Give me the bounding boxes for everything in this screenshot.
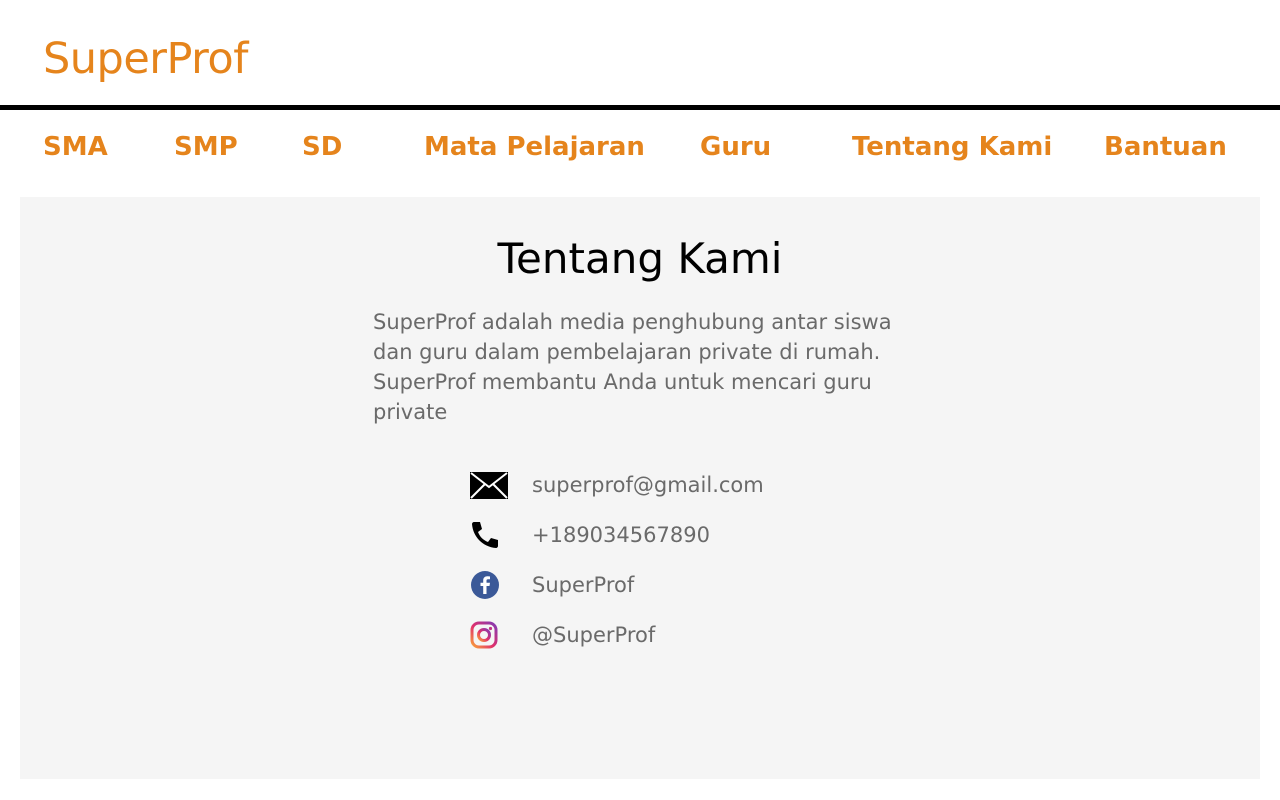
contact-facebook: SuperProf: [470, 567, 634, 603]
contact-phone: +189034567890: [470, 517, 710, 553]
nav-item-tentang-kami[interactable]: Tentang Kami: [852, 130, 1052, 164]
contact-instagram: @SuperProf: [470, 617, 655, 653]
contact-email-link[interactable]: superprof@gmail.com: [532, 473, 764, 497]
nav-item-sma[interactable]: SMA: [43, 130, 108, 164]
contact-facebook-link[interactable]: SuperProf: [532, 573, 634, 597]
about-title: Tentang Kami: [497, 234, 783, 283]
contact-phone-link[interactable]: +189034567890: [532, 523, 710, 547]
site-header: SuperProf: [0, 0, 1280, 106]
brand-logo[interactable]: SuperProf: [43, 31, 248, 87]
facebook-icon: [470, 567, 510, 603]
contact-instagram-link[interactable]: @SuperProf: [532, 623, 655, 647]
nav-item-sd[interactable]: SD: [302, 130, 342, 164]
nav-item-smp[interactable]: SMP: [174, 130, 238, 164]
about-description: SuperProf adalah media penghubung antar …: [373, 310, 892, 424]
contact-email: superprof@gmail.com: [470, 467, 764, 503]
nav-item-guru[interactable]: Guru: [700, 130, 771, 164]
nav-item-bantuan[interactable]: Bantuan: [1104, 130, 1227, 164]
about-section: Tentang Kami SuperProf adalah media peng…: [20, 197, 1260, 779]
envelope-icon: [470, 467, 510, 503]
phone-icon: [470, 517, 510, 553]
main-nav: SMA SMP SD Mata Pelajaran Guru Tentang K…: [0, 110, 1280, 197]
nav-item-mata-pelajaran[interactable]: Mata Pelajaran: [424, 130, 645, 164]
instagram-icon: [470, 617, 510, 653]
